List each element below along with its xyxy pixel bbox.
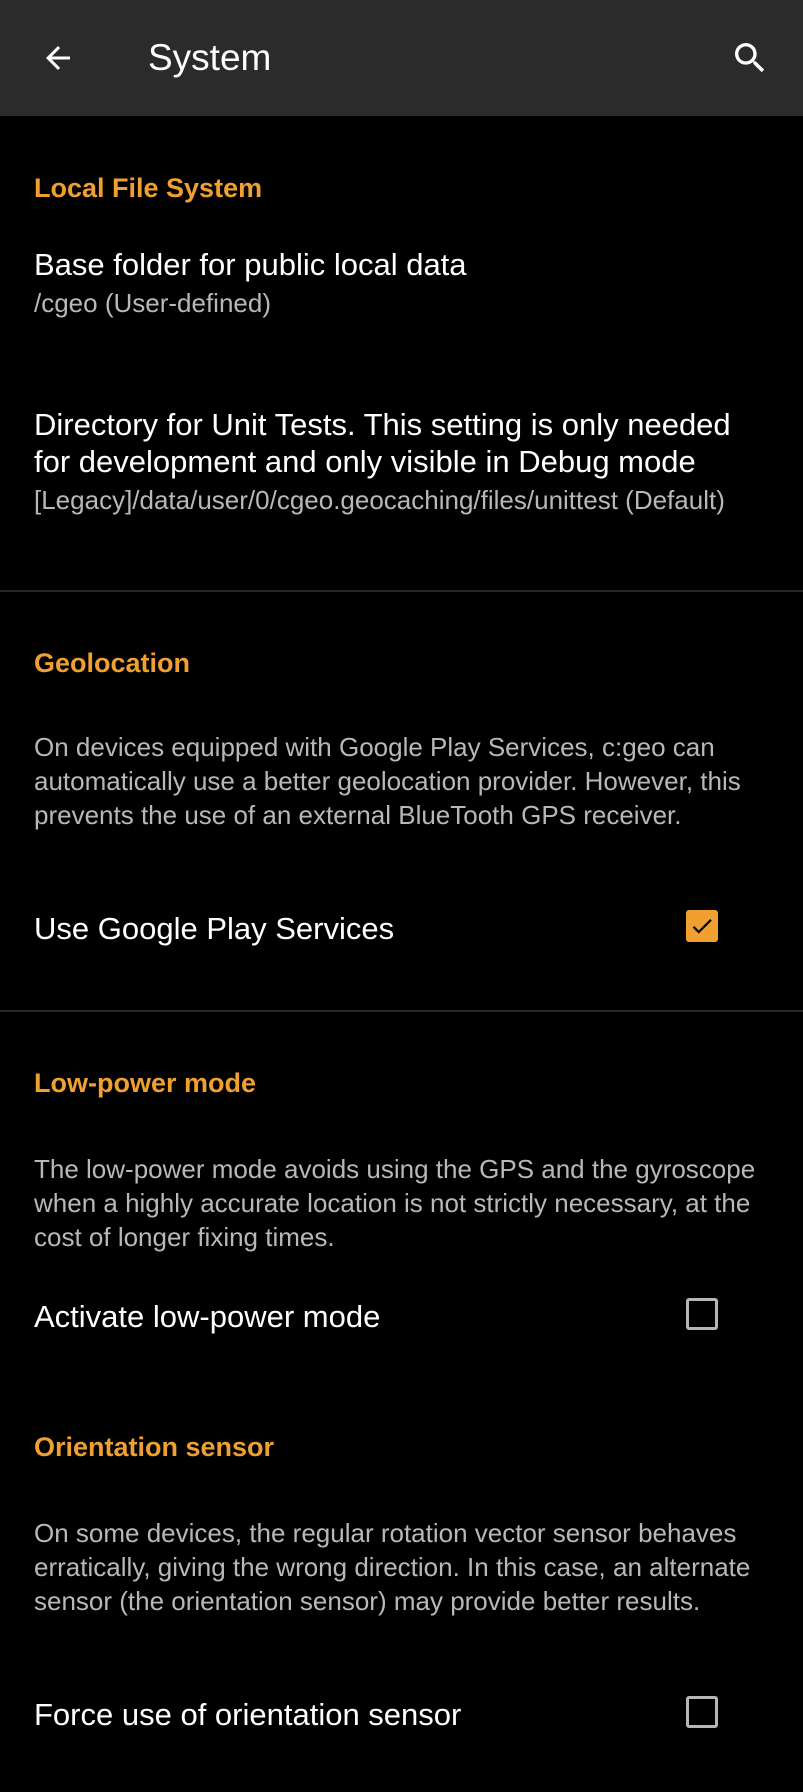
- app-bar: System: [0, 0, 803, 116]
- section-header-low-power-mode: Low-power mode: [34, 1068, 256, 1098]
- pref-use-google-play-services[interactable]: Use Google Play Services: [0, 886, 803, 976]
- section-header-local-file-system: Local File System: [34, 173, 263, 203]
- section-header-orientation-sensor: Orientation sensor: [34, 1432, 275, 1462]
- use-google-play-services-checkbox[interactable]: [686, 910, 718, 942]
- pref-unit-tests-summary: [Legacy]/data/user/0/cgeo.geocaching/fil…: [34, 485, 725, 515]
- pref-use-google-play-services-label: Use Google Play Services: [34, 911, 395, 946]
- page-title: System: [148, 37, 272, 78]
- activate-low-power-mode-checkbox[interactable]: [686, 1298, 718, 1330]
- pref-base-folder[interactable]: Base folder for public local data /cgeo …: [0, 246, 803, 346]
- pref-unit-tests-dir[interactable]: Directory for Unit Tests. This setting i…: [0, 406, 803, 566]
- pref-base-folder-title: Base folder for public local data: [34, 247, 467, 282]
- section-header-geolocation: Geolocation: [34, 648, 191, 678]
- search-button[interactable]: [720, 28, 780, 88]
- geolocation-description: On devices equipped with Google Play Ser…: [34, 732, 741, 830]
- arrow-back-icon: [46, 46, 70, 70]
- pref-activate-low-power-mode[interactable]: Activate low-power mode: [0, 1274, 803, 1364]
- force-orientation-sensor-checkbox[interactable]: [686, 1696, 718, 1728]
- search-icon: [735, 43, 765, 73]
- low-power-description: The low-power mode avoids using the GPS …: [34, 1154, 756, 1252]
- pref-activate-low-power-mode-label: Activate low-power mode: [34, 1299, 381, 1334]
- check-icon: [692, 919, 712, 934]
- pref-force-orientation-sensor-label: Force use of orientation sensor: [34, 1697, 462, 1732]
- divider: [0, 590, 803, 592]
- pref-unit-tests-title: Directory for Unit Tests. This setting i…: [34, 407, 731, 479]
- orientation-description: On some devices, the regular rotation ve…: [34, 1518, 751, 1616]
- pref-base-folder-summary: /cgeo (User-defined): [34, 288, 271, 318]
- pref-force-orientation-sensor[interactable]: Force use of orientation sensor: [0, 1672, 803, 1762]
- back-button[interactable]: [28, 28, 88, 88]
- divider: [0, 1010, 803, 1012]
